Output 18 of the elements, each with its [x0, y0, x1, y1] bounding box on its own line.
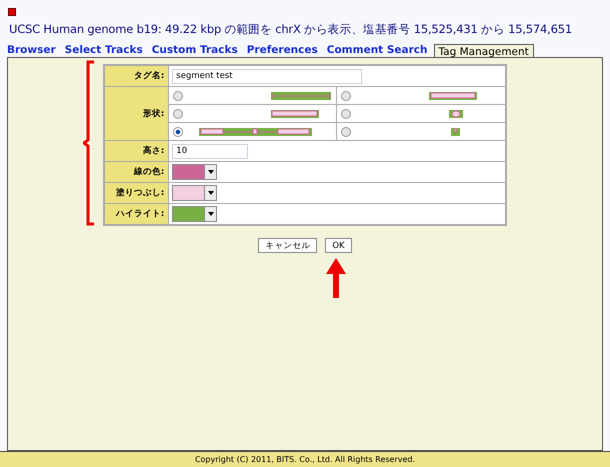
page-title: UCSC Human genome b19: 49.22 kbp の範囲を chrX から表示、塩基番号 15,525,431 から 15,574,651: [9, 22, 573, 37]
field-label: 線の色:: [104, 162, 169, 182]
tab[interactable]: Comment Search: [326, 44, 428, 57]
tab[interactable]: Browser: [7, 44, 56, 57]
tab[interactable]: Preferences: [246, 44, 318, 57]
tag-name-field[interactable]: segment test: [172, 68, 362, 84]
field-label: 高さ:: [104, 140, 169, 162]
field-label: 塗りつぶし:: [104, 182, 169, 204]
field-label: 形状:: [104, 86, 169, 140]
copyright-text: Copyright (C) 2011, BITS. Co., Ltd. All Rights Reserved.: [194, 455, 416, 464]
height-field[interactable]: 10: [172, 144, 248, 158]
field-label: ハイライト:: [104, 204, 169, 225]
tab[interactable]: Tag Management: [434, 44, 534, 58]
dialog-button[interactable]: キャンセル: [258, 238, 318, 253]
tab[interactable]: Custom Tracks: [152, 44, 238, 57]
dialog-button[interactable]: OK: [325, 238, 352, 253]
tab[interactable]: Select Tracks: [64, 44, 143, 57]
field-label: タグ名:: [104, 65, 169, 86]
